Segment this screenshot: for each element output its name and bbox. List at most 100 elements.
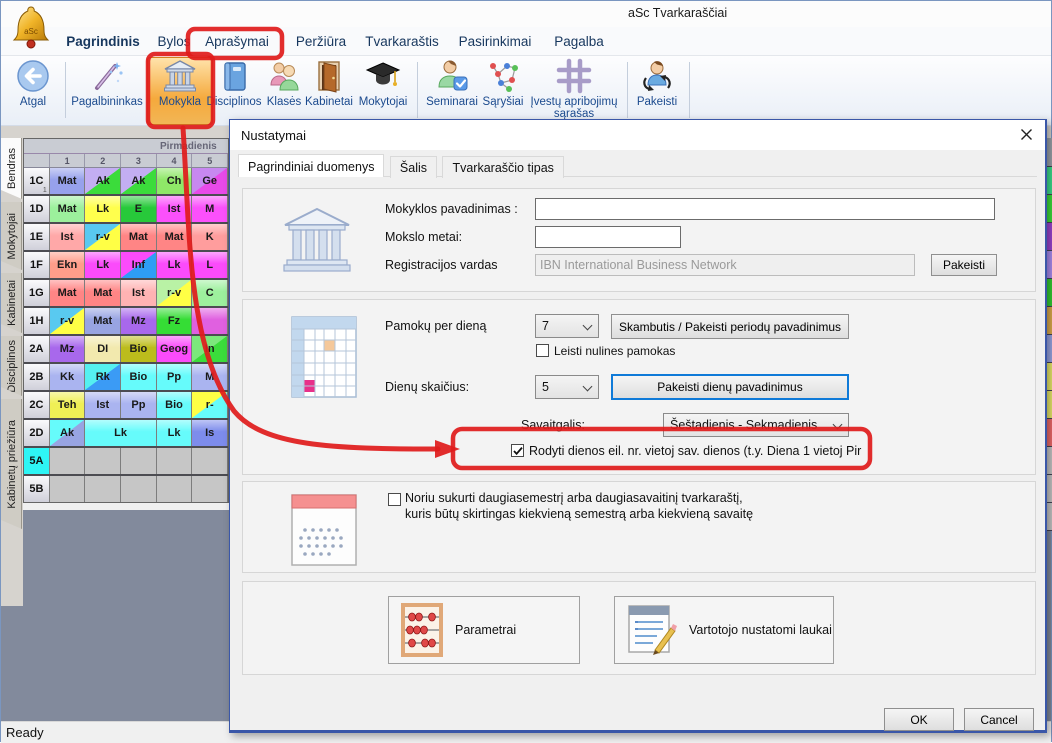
timetable-cell[interactable]: Ch <box>157 168 193 194</box>
school-name-input[interactable] <box>535 198 995 220</box>
timetable-cell[interactable]: Rk <box>85 364 121 390</box>
timetable-cell[interactable]: Lk <box>85 252 121 278</box>
timetable-cell[interactable]: C <box>192 280 228 306</box>
timetable-cell[interactable]: Geog <box>157 336 193 362</box>
timetable-cell[interactable]: Pp <box>121 392 157 418</box>
timetable-cell[interactable]: r-v <box>85 224 121 250</box>
row-header-1F[interactable]: 1F <box>24 252 50 278</box>
timetable-cell[interactable]: Ge <box>192 168 228 194</box>
side-tab-2[interactable]: Mokytojai <box>1 202 22 270</box>
timetable-cell[interactable]: Lk <box>85 196 121 222</box>
timetable-cell[interactable] <box>50 476 86 502</box>
timetable-cell[interactable]: Ak <box>85 168 121 194</box>
timetable-cell[interactable]: DI <box>85 336 121 362</box>
timetable-cell[interactable]: Bio <box>157 392 193 418</box>
timetable-cell[interactable]: Lk <box>85 420 156 446</box>
toolbar-button-seminarai[interactable]: Seminarai <box>424 58 480 124</box>
timetable-cell[interactable] <box>121 448 157 474</box>
timetable-cell[interactable] <box>50 448 86 474</box>
row-header-1D[interactable]: 1D <box>24 196 50 222</box>
timetable-cell[interactable]: Mat <box>50 168 86 194</box>
row-header-1C[interactable]: 1C1 <box>24 168 50 194</box>
toolbar-button-mokykla[interactable]: Mokykla <box>147 57 213 125</box>
menu-perziura[interactable]: Peržiūra <box>290 27 352 56</box>
side-tab-3[interactable]: Kabinetai <box>1 273 22 333</box>
timetable-cell[interactable]: Fz <box>157 308 193 334</box>
parameters-button[interactable]: Parametrai <box>388 596 580 664</box>
menu-pagalba[interactable]: Pagalba <box>550 27 608 56</box>
ok-button[interactable]: OK <box>884 708 954 731</box>
rename-days-button[interactable]: Pakeisti dienų pavadinimus <box>611 374 849 400</box>
menu-tvarkarastis[interactable]: Tvarkaraštis <box>362 27 442 56</box>
timetable-cell[interactable]: Mat <box>121 224 157 250</box>
timetable-cell[interactable] <box>157 476 193 502</box>
timetable-cell[interactable]: Mat <box>85 308 121 334</box>
timetable-cell[interactable]: Kk <box>50 364 86 390</box>
timetable-cell[interactable] <box>157 448 193 474</box>
toolbar-button-pagalbininkas[interactable]: Pagalbininkas <box>69 58 145 124</box>
row-header-5A[interactable]: 5A <box>24 448 50 474</box>
timetable-cell[interactable]: Ekn <box>50 252 86 278</box>
zero-periods-checkbox[interactable] <box>536 344 549 357</box>
timetable-cell[interactable]: r-v <box>157 280 193 306</box>
row-header-5B[interactable]: 5B <box>24 476 50 502</box>
cancel-button[interactable]: Cancel <box>964 708 1034 731</box>
school-year-input[interactable] <box>535 226 681 248</box>
timetable-cell[interactable]: r-v <box>50 308 86 334</box>
row-header-1G[interactable]: 1G <box>24 280 50 306</box>
timetable-cell[interactable] <box>192 448 228 474</box>
timetable-cell[interactable]: Ist <box>157 196 193 222</box>
timetable-cell[interactable]: Teh <box>50 392 86 418</box>
tab-pagrindiniai-duomenys[interactable]: Pagrindiniai duomenys <box>238 154 384 177</box>
menu-aprasymai[interactable]: Aprašymai <box>201 27 273 56</box>
timetable-cell[interactable]: In <box>192 336 228 362</box>
timetable-cell[interactable] <box>85 448 121 474</box>
timetable-cell[interactable]: M <box>192 364 228 390</box>
row-header-2C[interactable]: 2C <box>24 392 50 418</box>
timetable-cell[interactable]: E <box>121 196 157 222</box>
timetable-cell[interactable] <box>85 476 121 502</box>
side-tab-1[interactable]: Bendras <box>1 138 22 199</box>
timetable-cell[interactable]: Mat <box>50 280 86 306</box>
side-tab-5[interactable]: Kabinetų priežiūra <box>1 399 22 529</box>
timetable-cell[interactable]: Pp <box>157 364 193 390</box>
timetable-cell[interactable]: K <box>192 224 228 250</box>
tab-salis[interactable]: Šalis <box>390 156 437 178</box>
day-number-checkbox[interactable] <box>511 444 524 457</box>
registration-change-button[interactable]: Pakeisti <box>931 254 997 276</box>
timetable-cell[interactable]: Ist <box>50 224 86 250</box>
timetable-cell[interactable]: Mat <box>50 196 86 222</box>
toolbar-button-atgal[interactable]: Atgal <box>7 58 59 124</box>
timetable-cell[interactable] <box>192 308 228 334</box>
tab-tvarkarascio-tipas[interactable]: Tvarkaraščio tipas <box>442 156 563 178</box>
timetable-cell[interactable]: Bio <box>121 336 157 362</box>
toolbar-button-pakeisti[interactable]: Pakeisti <box>633 58 681 124</box>
toolbar-button-klases[interactable]: Klasės <box>264 58 304 124</box>
menu-bylos[interactable]: Bylos <box>153 27 195 56</box>
timetable-cell[interactable]: r- <box>192 392 228 418</box>
menu-pagrindinis[interactable]: Pagrindinis <box>62 27 144 56</box>
timetable-cell[interactable]: Bio <box>121 364 157 390</box>
menu-pasirinkimai[interactable]: Pasirinkimai <box>454 27 536 56</box>
timetable-cell[interactable]: Mz <box>50 336 86 362</box>
timetable-cell[interactable]: Ak <box>121 168 157 194</box>
days-count-select[interactable]: 5 <box>535 375 599 399</box>
close-icon[interactable] <box>1011 122 1041 146</box>
toolbar-button-mokytojai[interactable]: Mokytojai <box>354 58 412 124</box>
timetable-cell[interactable]: Lk <box>157 252 193 278</box>
multiweek-checkbox[interactable] <box>388 493 401 506</box>
side-tab-4[interactable]: Disciplinos <box>1 336 22 396</box>
timetable-cell[interactable] <box>121 476 157 502</box>
row-header-1H[interactable]: 1H <box>24 308 50 334</box>
timetable-cell[interactable]: Lk <box>157 420 193 446</box>
timetable-cell[interactable]: Inf <box>121 252 157 278</box>
timetable-cell[interactable]: Ak <box>50 420 86 446</box>
timetable-cell[interactable]: Ist <box>85 392 121 418</box>
periods-per-day-select[interactable]: 7 <box>535 314 599 338</box>
toolbar-button-sarysiai[interactable]: Sąryšiai <box>480 58 526 124</box>
timetable-cell[interactable]: Mat <box>157 224 193 250</box>
toolbar-button-kabinetai[interactable]: Kabinetai <box>304 58 354 124</box>
row-header-1E[interactable]: 1E <box>24 224 50 250</box>
timetable-cell[interactable]: Mat <box>85 280 121 306</box>
timetable-cell[interactable]: M <box>192 196 228 222</box>
